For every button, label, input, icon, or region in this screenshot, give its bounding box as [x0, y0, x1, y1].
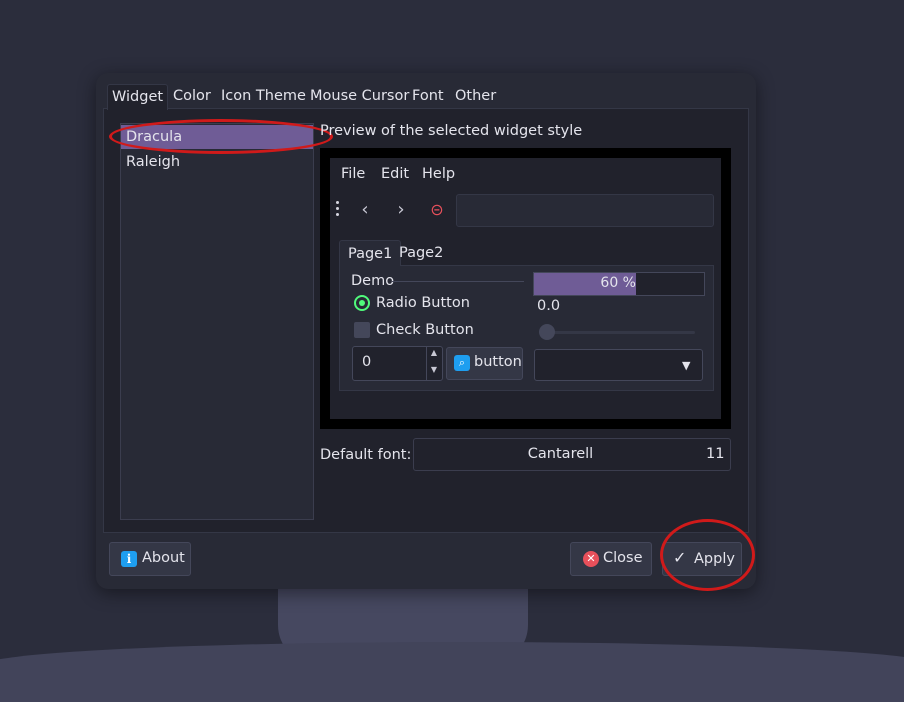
about-label: About — [142, 550, 185, 566]
stop-icon[interactable]: ⊝ — [426, 198, 448, 222]
search-icon: ⌕ — [454, 355, 470, 371]
style-list[interactable] — [120, 123, 314, 520]
progress-text: 60 % — [600, 275, 636, 291]
checkmark-icon: ✓ — [673, 548, 687, 567]
group-divider — [392, 281, 524, 282]
font-size: 11 — [706, 446, 725, 462]
spin-up-icon[interactable]: ▲ — [427, 348, 441, 364]
combo-box[interactable] — [534, 349, 703, 381]
tab-page2[interactable]: Page2 — [391, 240, 451, 266]
menu-file[interactable]: File — [341, 166, 365, 182]
chevron-down-icon[interactable]: ▼ — [682, 359, 690, 372]
spin-value: 0 — [362, 354, 372, 370]
forward-icon[interactable]: › — [390, 198, 412, 222]
slider-handle[interactable] — [539, 324, 555, 340]
default-font-label: Default font: — [320, 447, 412, 463]
info-icon: i — [121, 551, 137, 567]
group-title: Demo — [351, 273, 395, 289]
slider-value: 0.0 — [537, 298, 561, 314]
menu-help[interactable]: Help — [422, 166, 455, 182]
tab-mouse-cursor[interactable]: Mouse Cursor — [306, 84, 413, 109]
close-icon: ✕ — [583, 551, 599, 567]
radio-button[interactable] — [354, 295, 370, 311]
close-label: Close — [603, 550, 643, 566]
tab-font[interactable]: Font — [408, 84, 448, 109]
wallpaper-hill — [0, 642, 904, 702]
slider-track[interactable] — [540, 331, 695, 334]
spin-down-icon[interactable]: ▼ — [427, 365, 441, 381]
apply-label: Apply — [694, 551, 735, 567]
tab-color[interactable]: Color — [169, 84, 215, 109]
toolbar-handle[interactable] — [336, 201, 340, 219]
list-item-raleigh[interactable]: Raleigh — [121, 150, 180, 174]
radio-label: Radio Button — [376, 295, 470, 311]
tab-icon-theme[interactable]: Icon Theme — [217, 84, 310, 109]
tab-widget[interactable]: Widget — [107, 84, 169, 110]
preview-button-label: button — [474, 354, 522, 370]
menu-edit[interactable]: Edit — [381, 166, 409, 182]
url-input[interactable] — [456, 194, 714, 227]
check-label: Check Button — [376, 322, 474, 338]
font-name: Cantarell — [527, 446, 594, 462]
back-icon[interactable]: ‹ — [354, 198, 376, 222]
list-item-dracula[interactable]: Dracula — [121, 125, 313, 149]
tab-other[interactable]: Other — [451, 84, 500, 109]
check-button[interactable] — [354, 322, 370, 338]
preview-label: Preview of the selected widget style — [320, 123, 583, 139]
